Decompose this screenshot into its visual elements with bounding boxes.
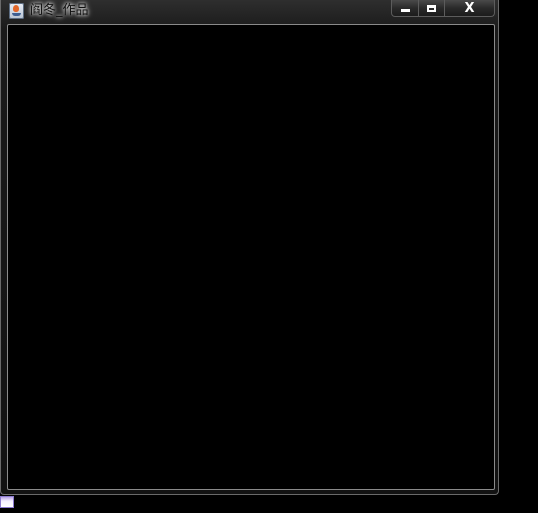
minimize-icon xyxy=(400,9,410,12)
minimize-button[interactable] xyxy=(391,0,419,17)
close-button[interactable]: X xyxy=(445,0,495,17)
window-titlebar[interactable]: 阎冬_作品 X xyxy=(1,0,498,22)
java-app-icon[interactable] xyxy=(9,3,24,19)
maximize-button[interactable] xyxy=(419,0,445,17)
desktop: 阎冬_作品 X xyxy=(0,0,538,513)
application-window: 阎冬_作品 X xyxy=(0,0,499,495)
caption-buttons: X xyxy=(391,0,495,17)
close-icon: X xyxy=(464,0,475,16)
taskbar-thumbnail xyxy=(0,496,14,508)
maximize-icon xyxy=(427,4,436,12)
window-title: 阎冬_作品 xyxy=(30,3,89,18)
canvas-panel[interactable] xyxy=(7,24,495,490)
